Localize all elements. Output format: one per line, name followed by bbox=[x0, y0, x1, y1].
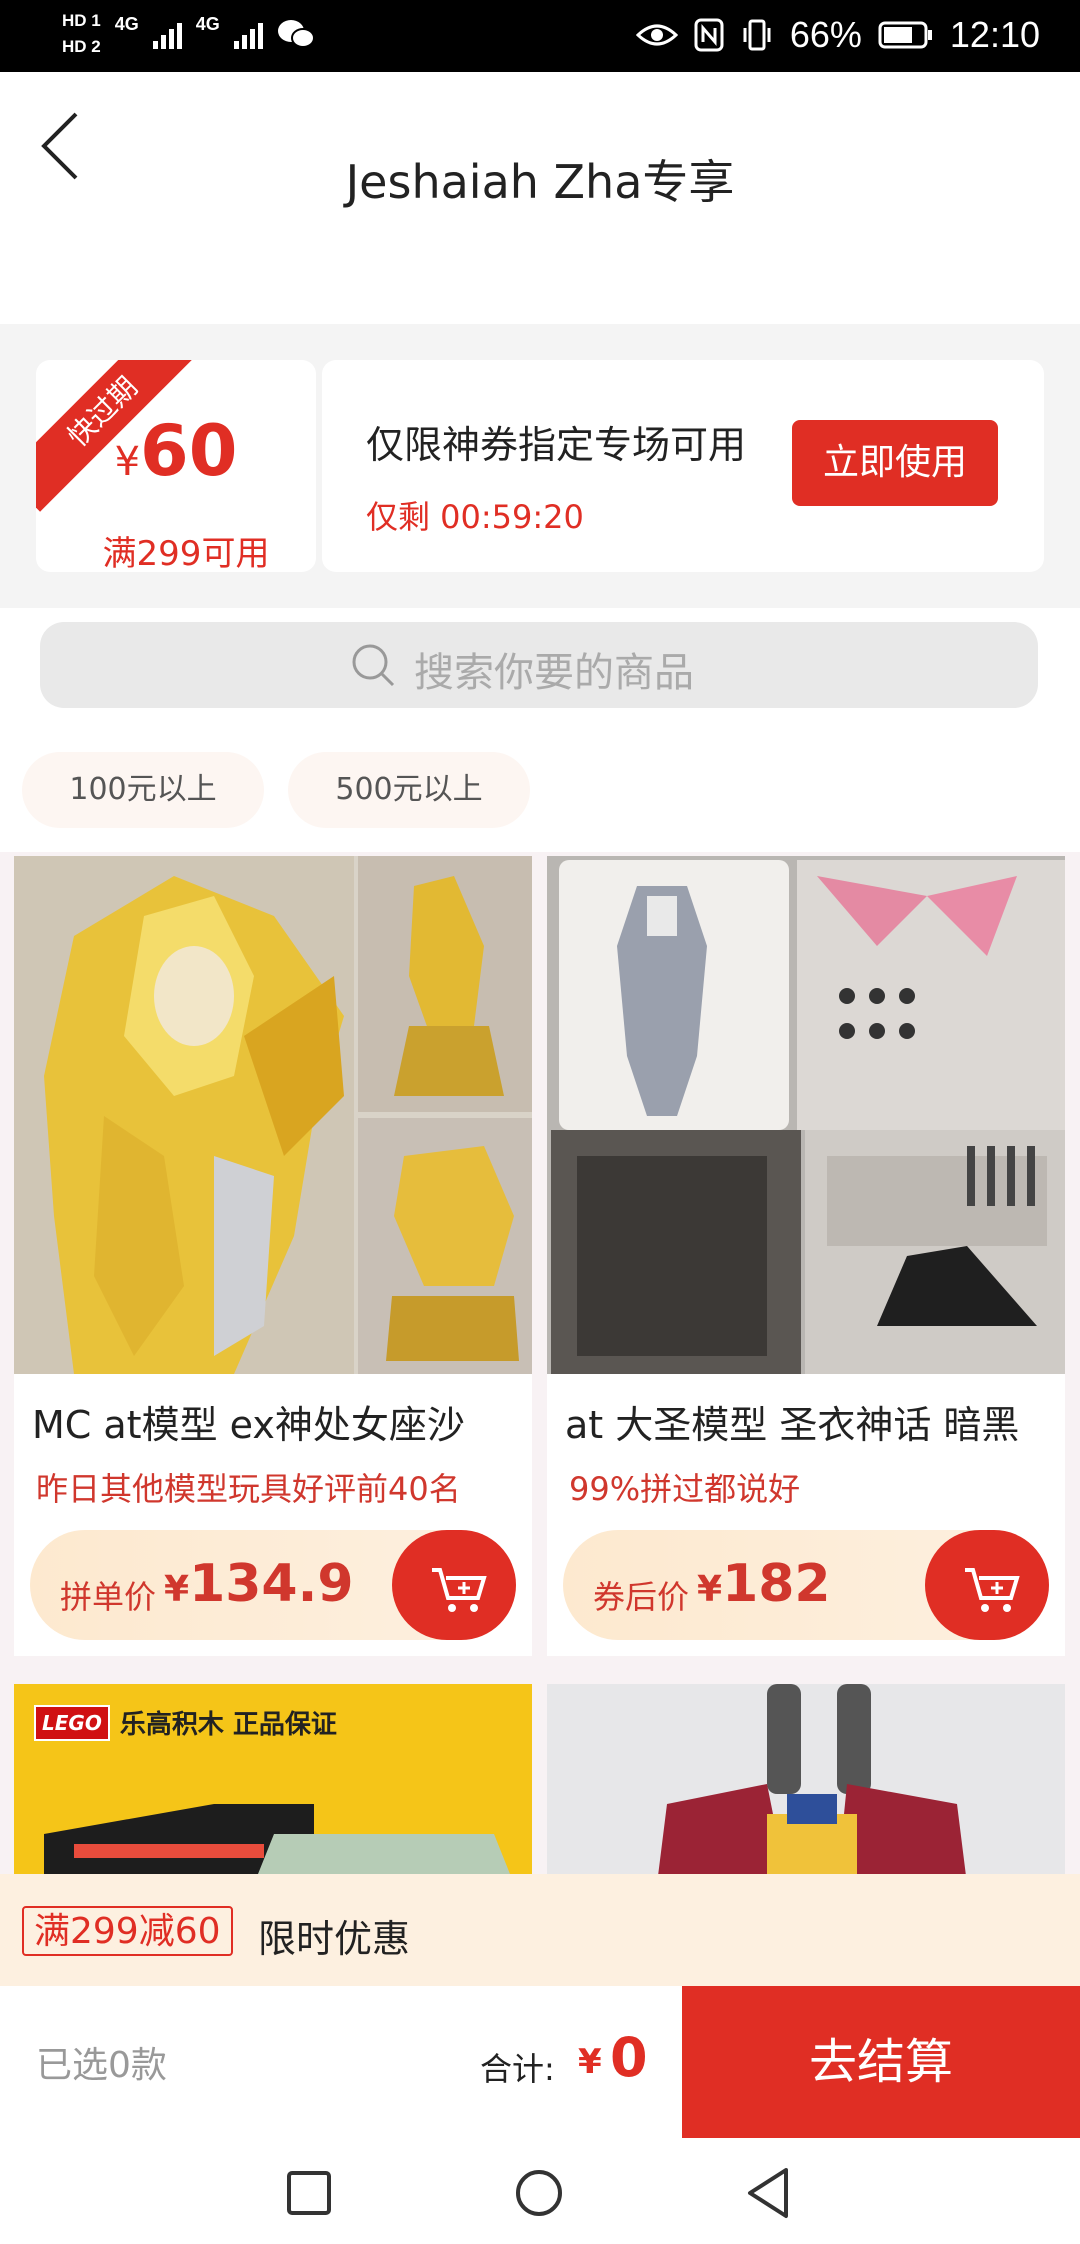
coupon-condition: 满299可用 bbox=[102, 534, 270, 572]
search-input[interactable]: 搜索你要的商品 bbox=[40, 622, 1038, 708]
product-tag: 99%拼过都说好 bbox=[569, 1470, 801, 1508]
filter-chip-500[interactable]: 500元以上 bbox=[288, 752, 530, 828]
checkout-button[interactable]: 去结算 bbox=[682, 1986, 1080, 2138]
hd2-label: HD 2 bbox=[62, 37, 101, 56]
product-card[interactable]: MC at模型 ex神处女座沙 昨日其他模型玩具好评前40名 拼单价 ¥134.… bbox=[14, 856, 532, 1656]
back-icon[interactable] bbox=[746, 2166, 790, 2220]
lego-logo: LEGO bbox=[34, 1704, 110, 1741]
checkout-bar: 已选0款 合计: ¥ 0 去结算 bbox=[0, 1986, 1080, 2138]
add-to-cart-button[interactable] bbox=[392, 1530, 516, 1640]
home-icon[interactable] bbox=[514, 2168, 564, 2218]
coupon-countdown: 仅剩 00:59:20 bbox=[366, 498, 584, 536]
coupon-description: 仅限神券指定专场可用 bbox=[366, 423, 747, 467]
selected-count: 已选0款 bbox=[36, 2045, 167, 2086]
add-to-cart-button[interactable] bbox=[925, 1530, 1049, 1640]
signal-icon bbox=[152, 19, 182, 49]
coupon-value: 60 bbox=[140, 410, 238, 492]
battery-percent: 66% bbox=[789, 14, 862, 55]
price-filters: 100元以上 500元以上 bbox=[0, 732, 1080, 852]
battery-icon bbox=[878, 21, 932, 49]
price-label: 拼单价 bbox=[60, 1578, 157, 1616]
lego-banner-text: 乐高积木 正品保证 bbox=[119, 1710, 337, 1740]
robot-illustration bbox=[658, 1684, 966, 1874]
price-value: 134.9 bbox=[189, 1554, 354, 1614]
search-icon bbox=[352, 644, 395, 687]
promo-badge: 满299减60 bbox=[22, 1906, 233, 1956]
coupon-section: 快过期 ¥60 满299可用 仅限神券指定专场可用 仅剩 00:59:20 立即… bbox=[0, 324, 1080, 608]
hd1-label: HD 1 bbox=[62, 11, 101, 30]
product-card[interactable]: at 大圣模型 圣衣神话 暗黑 99%拼过都说好 券后价 ¥182 bbox=[547, 856, 1065, 1656]
promo-strip: 满299减60 限时优惠 bbox=[0, 1874, 1080, 1986]
vibrate-icon bbox=[743, 19, 771, 51]
search-section: 搜索你要的商品 bbox=[0, 608, 1080, 732]
product-card[interactable]: LEGO 乐高积木 正品保证 bbox=[14, 1684, 532, 1874]
coupon-value-card: 快过期 ¥60 满299可用 bbox=[36, 360, 316, 572]
network-type-2: 4G bbox=[195, 14, 220, 34]
network-type-1: 4G bbox=[114, 14, 139, 34]
hd-indicator: HD 1 HD 2 bbox=[62, 8, 101, 60]
wechat-icon bbox=[277, 20, 315, 48]
lego-banner: LEGO 乐高积木 正品保证 bbox=[34, 1704, 337, 1741]
total-value: 0 bbox=[610, 2026, 648, 2089]
signal-icon-2 bbox=[233, 19, 263, 49]
coupon-amount: ¥60 bbox=[36, 410, 316, 492]
product-image bbox=[547, 856, 1065, 1374]
promo-text: 限时优惠 bbox=[258, 1917, 411, 1961]
price-currency: ¥ bbox=[164, 1569, 190, 1610]
use-coupon-button[interactable]: 立即使用 bbox=[792, 420, 998, 506]
system-nav-bar bbox=[0, 2138, 1080, 2244]
product-price: ¥182 bbox=[697, 1554, 831, 1614]
total-label: 合计: bbox=[480, 2050, 555, 2088]
page-title: Jeshaiah Zha专享 bbox=[345, 155, 735, 209]
product-image bbox=[14, 856, 532, 1374]
status-bar: HD 1 HD 2 4G 4G 66% 12:10 bbox=[0, 0, 1080, 72]
search-placeholder: 搜索你要的商品 bbox=[414, 650, 694, 696]
total-currency: ¥ bbox=[578, 2042, 602, 2082]
product-price: ¥134.9 bbox=[164, 1554, 354, 1614]
product-tag: 昨日其他模型玩具好评前40名 bbox=[36, 1470, 461, 1508]
coupon-info-card: 仅限神券指定专场可用 仅剩 00:59:20 立即使用 bbox=[322, 360, 1044, 572]
product-image bbox=[547, 1684, 1065, 1874]
recent-apps-icon[interactable] bbox=[286, 2170, 332, 2216]
filter-chip-100[interactable]: 100元以上 bbox=[22, 752, 264, 828]
product-name: MC at模型 ex神处女座沙 bbox=[32, 1403, 465, 1447]
price-value: 182 bbox=[722, 1554, 831, 1614]
clock: 12:10 bbox=[949, 14, 1040, 55]
price-bar: 券后价 ¥182 bbox=[563, 1530, 1049, 1640]
product-card[interactable] bbox=[547, 1684, 1065, 1874]
product-grid: MC at模型 ex神处女座沙 昨日其他模型玩具好评前40名 拼单价 ¥134.… bbox=[0, 852, 1080, 1874]
nfc-icon bbox=[694, 18, 724, 52]
lego-box-illustration bbox=[44, 1804, 510, 1874]
eye-icon bbox=[635, 24, 678, 46]
price-currency: ¥ bbox=[697, 1569, 723, 1610]
price-bar: 拼单价 ¥134.9 bbox=[30, 1530, 516, 1640]
cart-plus-icon bbox=[432, 1568, 487, 1612]
product-image: LEGO 乐高积木 正品保证 bbox=[14, 1684, 532, 1874]
cart-plus-icon bbox=[965, 1568, 1020, 1612]
coupon-currency: ¥ bbox=[114, 439, 141, 485]
price-label: 券后价 bbox=[593, 1578, 690, 1616]
product-name: at 大圣模型 圣衣神话 暗黑 bbox=[565, 1403, 1020, 1447]
